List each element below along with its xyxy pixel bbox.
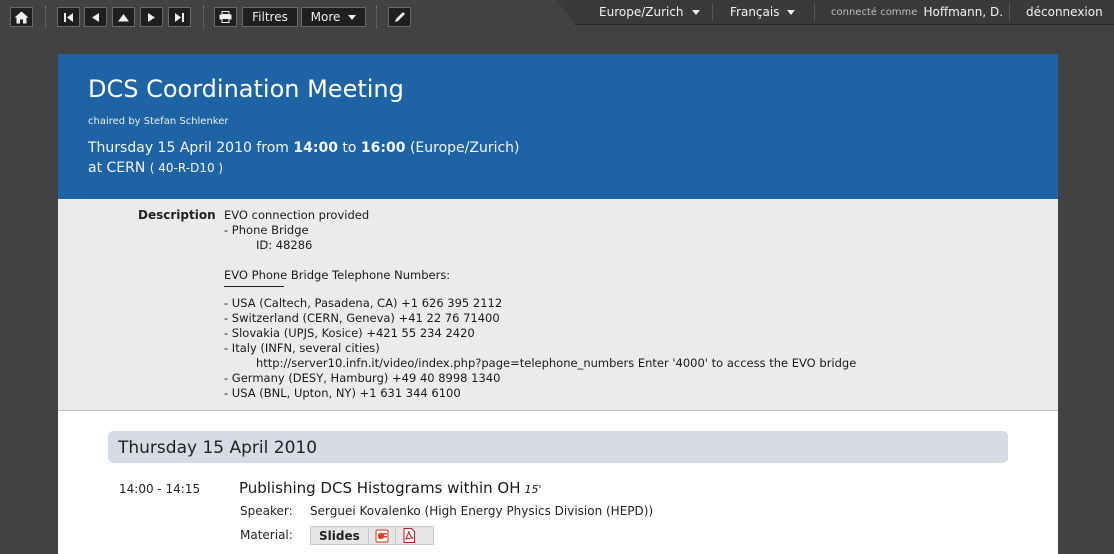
chevron-down-icon [348, 14, 357, 20]
description-line: EVO Phone Bridge Telephone Numbers: [224, 268, 451, 282]
logout-link[interactable]: déconnexion [1026, 0, 1103, 24]
up-category-button[interactable] [112, 7, 135, 27]
description-url-line: http://server10.infn.it/video/index.php?… [256, 356, 857, 370]
event-date: Thursday 15 April 2010 from [88, 140, 289, 156]
day-title: Thursday 15 April 2010 [118, 438, 318, 458]
language-label: Français [730, 5, 780, 19]
home-button[interactable] [10, 7, 33, 27]
first-event-button[interactable] [57, 7, 80, 27]
description-line: - Switzerland (CERN, Geneva) +41 22 76 7… [224, 311, 500, 325]
speaker-name: Serguei Kovalenko (High Energy Physics D… [310, 504, 654, 518]
description-line: - Italy (INFN, several cities) [224, 341, 380, 355]
next-icon [148, 12, 155, 22]
description-section: Description EVO connection provided - Ph… [58, 199, 1058, 411]
previous-event-button[interactable] [84, 7, 107, 27]
more-menu-button[interactable]: More [301, 7, 366, 27]
description-label: Description [138, 208, 216, 222]
pdf-file-link[interactable] [394, 527, 422, 544]
session-separator [814, 3, 815, 21]
filter-button[interactable]: Filtres [242, 7, 298, 27]
description-line: ID: 48286 [256, 238, 313, 252]
powerpoint-icon [375, 529, 389, 542]
timezone-selector[interactable]: Europe/Zurich [599, 0, 700, 24]
material-slides: Slides [310, 526, 434, 545]
toolbar-separator [45, 6, 46, 28]
user-name: Hoffmann, D. [923, 5, 1004, 19]
material-label: Material: [240, 528, 293, 542]
event-to: to [342, 140, 357, 156]
up-icon [118, 13, 129, 21]
description-body: EVO connection provided - Phone Bridge I… [224, 208, 856, 401]
skip-last-icon [175, 12, 184, 22]
description-line: - Slovakia (UPJS, Kosice) +421 55 234 24… [224, 326, 475, 340]
event-chair: chaired by Stefan Schlenker [88, 116, 229, 127]
last-event-button[interactable] [168, 7, 191, 27]
contribution-time: 14:00 - 14:15 [119, 482, 201, 496]
more-label: More [310, 10, 341, 24]
event-room: ( 40-R-D10 ) [149, 161, 224, 175]
pdf-icon [403, 528, 415, 543]
event-timezone: (Europe/Zurich) [409, 140, 520, 156]
print-button[interactable] [214, 7, 237, 27]
session-bar: Europe/Zurich Français connecté comme Ho… [557, 0, 1114, 25]
event-end-time: 16:00 [360, 140, 406, 156]
contribution-title-text: Publishing DCS Histograms within OH [239, 479, 521, 497]
event-location: at CERN ( 40-R-D10 ) [88, 160, 223, 176]
chevron-down-icon [787, 9, 796, 15]
language-selector[interactable]: Français [730, 0, 796, 24]
user-info[interactable]: connecté comme Hoffmann, D. [831, 0, 1003, 24]
logged-in-prefix: connecté comme [831, 6, 918, 18]
description-line [224, 253, 856, 268]
event-datetime: Thursday 15 April 2010 from 14:00 to 16:… [88, 140, 520, 156]
event-start-time: 14:00 [293, 140, 338, 156]
timezone-label: Europe/Zurich [599, 5, 684, 19]
toolbar-separator [203, 6, 204, 28]
description-line: - Phone Bridge [224, 223, 309, 237]
powerpoint-file-link[interactable] [367, 527, 395, 544]
description-line: - USA (BNL, Upton, NY) +1 631 344 6100 [224, 386, 461, 400]
event-header: DCS Coordination Meeting chaired by Stef… [58, 54, 1058, 199]
description-line: - Germany (DESY, Hamburg) +49 40 8998 13… [224, 371, 501, 385]
printer-icon [219, 11, 232, 23]
toolbar-separator [376, 6, 377, 28]
contribution-title: Publishing DCS Histograms within OH 15' [239, 479, 542, 497]
session-separator [712, 3, 713, 21]
description-line: - USA (Caltech, Pasadena, CA) +1 626 395… [224, 296, 503, 310]
day-header: Thursday 15 April 2010 [108, 431, 1008, 463]
chevron-down-icon [691, 9, 700, 15]
filter-label: Filtres [252, 10, 288, 24]
home-icon [14, 11, 29, 23]
skip-first-icon [64, 12, 73, 22]
speaker-label: Speaker: [240, 504, 293, 518]
event-page: DCS Coordination Meeting chaired by Stef… [58, 54, 1058, 554]
pencil-icon [394, 12, 405, 22]
event-venue: at CERN [88, 160, 146, 176]
contribution-duration: 15' [524, 483, 542, 496]
edit-button[interactable] [388, 7, 411, 27]
event-title: DCS Coordination Meeting [88, 75, 404, 103]
slides-label: Slides [319, 528, 360, 543]
session-separator [1009, 3, 1010, 21]
description-rule [224, 286, 284, 287]
previous-icon [92, 12, 99, 22]
next-event-button[interactable] [140, 7, 163, 27]
logout-label: déconnexion [1026, 5, 1103, 19]
description-line: EVO connection provided [224, 208, 370, 222]
